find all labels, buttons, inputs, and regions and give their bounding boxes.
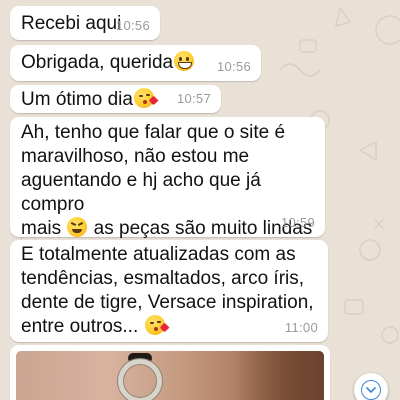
message-timestamp: 10:56 (216, 59, 251, 74)
scroll-to-bottom-button[interactable] (354, 373, 388, 400)
grinning-face-icon (174, 51, 195, 71)
message-text-fragment: as peças são muito lindas (88, 218, 313, 239)
message-bubble[interactable]: Recebi aqui 10:56 (10, 6, 160, 40)
message-text-line: dente de tigre, Versace inspiration, (21, 292, 314, 313)
message-text: Recebi aqui (21, 13, 122, 34)
message-text: Obrigada, querida (21, 52, 174, 73)
image-attachment[interactable] (10, 345, 330, 400)
message-bubble[interactable]: Ah, tenho que falar que o site é maravil… (10, 117, 325, 239)
earring-hoop (118, 359, 162, 400)
message-timestamp: 10:56 (115, 18, 150, 33)
message-text-line: maravilhoso, não estou me (21, 146, 250, 167)
message-bubble[interactable]: Obrigada, querida 10:56 (10, 45, 261, 81)
message-text-line: mais as peças são muito lindas (21, 217, 313, 241)
message-text: Um ótimo dia (21, 89, 133, 110)
earring-photo[interactable] (16, 351, 324, 400)
message-text-fragment: entre outros... (21, 316, 144, 337)
face-blowing-kiss-icon (144, 315, 169, 335)
chevron-down-icon (361, 380, 381, 400)
message-text-line: tendências, esmaltados, arco íris, (21, 268, 305, 289)
message-text-fragment: mais (21, 218, 67, 239)
message-text-line: Ah, tenho que falar que o site é (21, 122, 286, 143)
message-text-line: E totalmente atualizadas com as (21, 244, 296, 265)
hair-area (234, 351, 324, 400)
face-blowing-kiss-icon (133, 88, 159, 108)
message-timestamp: 11:00 (284, 320, 318, 335)
message-bubble[interactable]: Um ótimo dia 10:57 (10, 85, 221, 113)
grinning-squinting-face-icon (67, 217, 88, 237)
message-text-line: entre outros... (21, 315, 316, 339)
message-timestamp: 10:59 (280, 215, 315, 230)
message-text-line: aguentando e hj acho que já compro (21, 170, 261, 215)
message-timestamp: 10:57 (176, 91, 211, 106)
message-bubble[interactable]: E totalmente atualizadas com as tendênci… (10, 240, 328, 342)
